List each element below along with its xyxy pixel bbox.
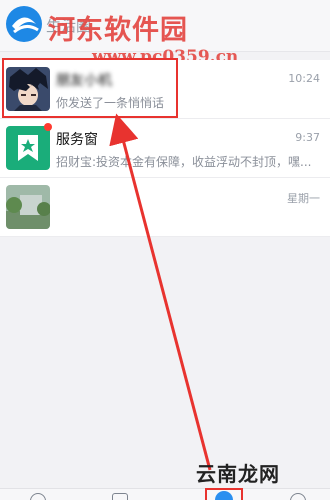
group-avatar bbox=[6, 185, 50, 229]
nav-profile-icon[interactable] bbox=[290, 493, 306, 500]
watermark-title: 河东软件园 bbox=[48, 15, 188, 46]
highlight-annotation bbox=[2, 58, 178, 118]
footer-watermark: 云南龙网 bbox=[196, 462, 280, 486]
nav-active-highlight bbox=[205, 488, 243, 500]
conversation-time: 星期一 bbox=[287, 192, 320, 205]
conversation-name: 服务窗 bbox=[56, 132, 98, 148]
bottom-nav bbox=[0, 488, 330, 500]
nav-discover-icon[interactable] bbox=[112, 493, 128, 500]
watermark-logo-icon bbox=[6, 6, 42, 42]
conversation-time: 10:24 bbox=[288, 72, 320, 85]
conversation-preview: 招财宝:投资本金有保障，收益浮动不封顶，嘿... bbox=[56, 155, 312, 169]
conversation-time: 9:37 bbox=[295, 131, 320, 144]
conversation-row-group[interactable]: 星期一 bbox=[0, 178, 330, 237]
unread-badge bbox=[44, 123, 52, 131]
nav-home-icon[interactable] bbox=[30, 493, 46, 500]
bookmark-star-icon bbox=[18, 135, 38, 161]
service-window-avatar bbox=[6, 126, 50, 170]
conversation-row-service-window[interactable]: 服务窗 招财宝:投资本金有保障，收益浮动不封顶，嘿... 9:37 bbox=[0, 119, 330, 178]
